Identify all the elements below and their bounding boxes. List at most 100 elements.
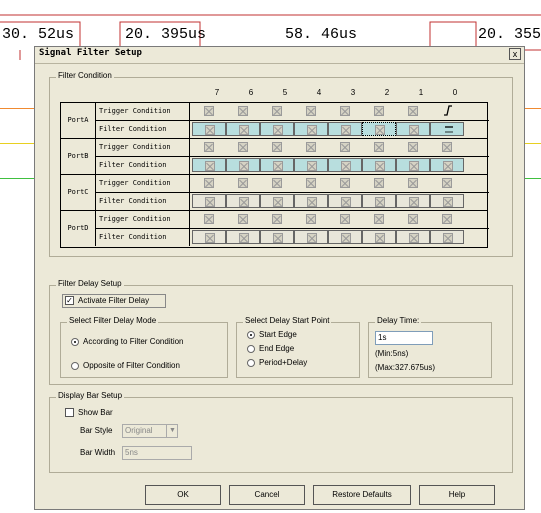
start-edge-radio[interactable] <box>247 331 255 339</box>
trigger-condition-row: Trigger Condition <box>95 211 489 229</box>
trigger-cell-0[interactable] <box>430 140 464 154</box>
bar-width-input[interactable]: 5ns <box>122 446 192 460</box>
cancel-button[interactable]: Cancel <box>229 485 305 505</box>
filter-cell-7[interactable] <box>192 122 226 136</box>
trigger-cell-2[interactable] <box>362 212 396 226</box>
trigger-cell-2[interactable] <box>362 104 396 118</box>
filter-cell-7[interactable] <box>192 230 226 244</box>
x-icon <box>408 142 418 152</box>
mode-according-radio[interactable] <box>71 338 79 346</box>
trigger-cell-1[interactable] <box>396 212 430 226</box>
filter-cell-0[interactable] <box>430 158 464 172</box>
filter-cell-4[interactable] <box>294 194 328 208</box>
trigger-cell-3[interactable] <box>328 176 362 190</box>
trigger-cell-4[interactable] <box>294 212 328 226</box>
trigger-cell-6[interactable] <box>226 140 260 154</box>
x-icon <box>374 214 384 224</box>
trigger-cell-6[interactable] <box>226 212 260 226</box>
filter-cell-3[interactable] <box>328 194 362 208</box>
trigger-cell-0[interactable] <box>430 104 464 118</box>
trigger-cell-7[interactable] <box>192 176 226 190</box>
activate-filter-delay-checkbox[interactable]: ✓ <box>65 296 74 305</box>
trigger-cell-2[interactable] <box>362 176 396 190</box>
x-icon <box>239 161 249 171</box>
filter-cell-5[interactable] <box>260 194 294 208</box>
filter-cell-0[interactable] <box>430 194 464 208</box>
display-bar-legend: Display Bar Setup <box>56 391 125 400</box>
trigger-cell-1[interactable] <box>396 140 430 154</box>
filter-cell-3[interactable] <box>328 230 362 244</box>
filter-cell-1[interactable] <box>396 194 430 208</box>
close-button[interactable]: x <box>509 48 521 60</box>
trigger-condition-label: Trigger Condition <box>95 211 190 228</box>
help-button[interactable]: Help <box>419 485 495 505</box>
trigger-cell-4[interactable] <box>294 140 328 154</box>
x-icon <box>443 233 453 243</box>
trigger-cell-7[interactable] <box>192 140 226 154</box>
filter-cell-4[interactable] <box>294 122 328 136</box>
filter-cell-6[interactable] <box>226 122 260 136</box>
delay-time-max: (Max:327.675us) <box>375 363 436 372</box>
trigger-cell-3[interactable] <box>328 140 362 154</box>
filter-condition-label: Filter Condition <box>95 157 190 174</box>
trigger-cell-5[interactable] <box>260 104 294 118</box>
trigger-cell-2[interactable] <box>362 140 396 154</box>
bit-header-1: 1 <box>418 88 424 97</box>
filter-cell-5[interactable] <box>260 158 294 172</box>
trigger-cell-5[interactable] <box>260 212 294 226</box>
filter-cell-6[interactable] <box>226 194 260 208</box>
filter-cell-0[interactable] <box>430 122 464 136</box>
filter-cell-6[interactable] <box>226 158 260 172</box>
x-icon <box>272 142 282 152</box>
trigger-cell-5[interactable] <box>260 140 294 154</box>
filter-cell-6[interactable] <box>226 230 260 244</box>
trigger-cell-0[interactable] <box>430 176 464 190</box>
filter-cell-5[interactable] <box>260 230 294 244</box>
delay-start-point-group: Select Delay Start Point Start Edge End … <box>236 316 360 378</box>
filter-cell-3[interactable] <box>328 158 362 172</box>
delay-time-input[interactable]: 1s <box>375 331 433 345</box>
filter-cell-4[interactable] <box>294 158 328 172</box>
ok-button[interactable]: OK <box>145 485 221 505</box>
filter-cell-2[interactable] <box>362 194 396 208</box>
x-icon <box>307 161 317 171</box>
restore-defaults-button[interactable]: Restore Defaults <box>313 485 411 505</box>
dialog-titlebar[interactable]: Signal Filter Setup x <box>35 47 524 64</box>
period-delay-label: Period+Delay <box>259 358 308 367</box>
trigger-cell-6[interactable] <box>226 104 260 118</box>
filter-cell-0[interactable] <box>430 230 464 244</box>
chevron-down-icon[interactable]: ▼ <box>166 425 178 437</box>
mode-opposite-radio[interactable] <box>71 362 79 370</box>
trigger-cell-0[interactable] <box>430 212 464 226</box>
trigger-cell-1[interactable] <box>396 176 430 190</box>
trigger-cell-5[interactable] <box>260 176 294 190</box>
bar-width-label: Bar Width <box>80 448 116 457</box>
filter-cell-2[interactable] <box>362 230 396 244</box>
filter-cell-7[interactable] <box>192 194 226 208</box>
filter-cell-5[interactable] <box>260 122 294 136</box>
filter-cell-3[interactable] <box>328 122 362 136</box>
trigger-cell-6[interactable] <box>226 176 260 190</box>
trigger-cell-4[interactable] <box>294 176 328 190</box>
filter-cell-2[interactable] <box>362 158 396 172</box>
filter-cell-1[interactable] <box>396 122 430 136</box>
trigger-cell-7[interactable] <box>192 212 226 226</box>
filter-cell-1[interactable] <box>396 230 430 244</box>
filter-cell-1[interactable] <box>396 158 430 172</box>
trigger-cell-3[interactable] <box>328 104 362 118</box>
period-delay-radio[interactable] <box>247 359 255 367</box>
x-icon <box>238 142 248 152</box>
trigger-cell-3[interactable] <box>328 212 362 226</box>
filter-cell-2[interactable] <box>362 122 396 136</box>
filter-condition-row: Filter Condition <box>95 229 489 246</box>
trigger-condition-row: Trigger Condition <box>95 175 489 193</box>
filter-cell-4[interactable] <box>294 230 328 244</box>
filter-cell-7[interactable] <box>192 158 226 172</box>
end-edge-radio[interactable] <box>247 345 255 353</box>
trigger-cell-7[interactable] <box>192 104 226 118</box>
trigger-cell-1[interactable] <box>396 104 430 118</box>
show-bar-checkbox[interactable] <box>65 408 74 417</box>
x-icon <box>341 161 351 171</box>
trigger-cell-4[interactable] <box>294 104 328 118</box>
x-icon <box>341 197 351 207</box>
